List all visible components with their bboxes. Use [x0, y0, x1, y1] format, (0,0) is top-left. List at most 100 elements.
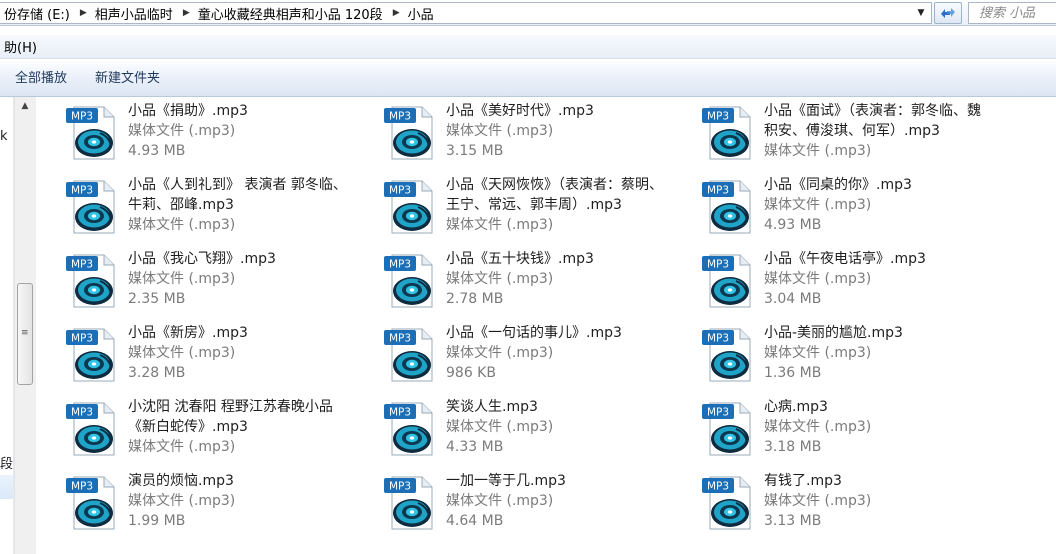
file-name: 小品《美好时代》.mp3 — [446, 103, 594, 119]
mp3-file-icon: MP3 — [384, 402, 433, 456]
svg-text:MP3: MP3 — [707, 185, 729, 197]
search-box[interactable] — [968, 2, 1056, 24]
file-size: 4.33 MB — [446, 439, 504, 455]
svg-text:MP3: MP3 — [389, 481, 411, 493]
play-all-button[interactable]: 全部播放 — [3, 66, 79, 92]
file-item[interactable]: MP3 小品《美好时代》.mp3 媒体文件 (.mp3) 3.15 MB — [362, 97, 672, 169]
address-bar: 份存储 (E:) ▶ 相声小品临时 ▶ 童心收藏经典相声和小品 120段 ▶ 小… — [0, 0, 1056, 26]
file-type: 媒体文件 (.mp3) — [446, 493, 554, 509]
file-type: 媒体文件 (.mp3) — [128, 345, 236, 361]
file-item[interactable]: MP3 小品《同桌的你》.mp3 媒体文件 (.mp3) 4.93 MB — [680, 171, 990, 243]
svg-text:MP3: MP3 — [71, 111, 93, 123]
svg-text:MP3: MP3 — [707, 111, 729, 123]
file-type: 媒体文件 (.mp3) — [446, 419, 554, 435]
new-folder-button[interactable]: 新建文件夹 — [83, 66, 172, 92]
navigation-pane[interactable]: k 段 — [0, 97, 14, 554]
file-item[interactable]: MP3 小品《我心飞翔》.mp3 媒体文件 (.mp3) 2.35 MB — [44, 245, 354, 317]
address-dropdown-icon[interactable]: ▼ — [912, 5, 930, 21]
breadcrumb-drive[interactable]: 份存储 (E:) — [0, 4, 76, 23]
breadcrumb-folder-collection[interactable]: 童心收藏经典相声和小品 120段 — [194, 4, 389, 23]
mp3-file-icon: MP3 — [66, 254, 115, 308]
nav-item-fragment[interactable]: k — [0, 129, 8, 144]
scroll-up-arrow-icon[interactable]: ▲ — [17, 101, 33, 113]
breadcrumb-separator-icon[interactable]: ▶ — [76, 8, 91, 18]
mp3-file-icon: MP3 — [66, 106, 115, 160]
file-name: 小品《五十块钱》.mp3 — [446, 251, 594, 267]
file-type: 媒体文件 (.mp3) — [446, 345, 554, 361]
svg-text:MP3: MP3 — [71, 481, 93, 493]
file-size: 4.93 MB — [764, 217, 822, 233]
file-item[interactable]: MP3 小沈阳 沈春阳 程野江苏春晚小品《新白蛇传》.mp3 媒体文件 (.mp3) — [44, 393, 354, 465]
file-name: 小品《天网恢恢》（表演者：蔡明、王宁、常远、郭丰周）.mp3 — [446, 177, 663, 213]
file-type: 媒体文件 (.mp3) — [446, 123, 554, 139]
svg-text:MP3: MP3 — [389, 333, 411, 345]
nav-selected-item[interactable] — [0, 475, 13, 499]
file-type: 媒体文件 (.mp3) — [764, 271, 872, 287]
file-item[interactable]: MP3 小品《捐助》.mp3 媒体文件 (.mp3) 4.93 MB — [44, 97, 354, 169]
svg-text:MP3: MP3 — [389, 185, 411, 197]
breadcrumb[interactable]: 份存储 (E:) ▶ 相声小品临时 ▶ 童心收藏经典相声和小品 120段 ▶ 小… — [0, 2, 932, 24]
file-item[interactable]: MP3 有钱了.mp3 媒体文件 (.mp3) 3.13 MB — [680, 467, 990, 539]
file-item[interactable]: MP3 小品《人到礼到》 表演者 郭冬临、牛莉、邵峰.mp3 媒体文件 (.mp3) — [44, 171, 354, 243]
file-item[interactable]: MP3 小品《新房》.mp3 媒体文件 (.mp3) 3.28 MB — [44, 319, 354, 391]
file-name: 小品《新房》.mp3 — [128, 325, 248, 341]
breadcrumb-separator-icon[interactable]: ▶ — [389, 8, 404, 18]
file-type: 媒体文件 (.mp3) — [128, 217, 236, 233]
breadcrumb-folder-temp[interactable]: 相声小品临时 — [91, 4, 179, 23]
breadcrumb-folder-current[interactable]: 小品 — [404, 4, 440, 23]
svg-text:MP3: MP3 — [707, 259, 729, 271]
file-item[interactable]: MP3 小品《面试》（表演者：郭冬临、魏积安、傅浚琪、何军）.mp3 媒体文件 (.… — [680, 97, 990, 169]
file-name: 小品《我心飞翔》.mp3 — [128, 251, 276, 267]
file-name: 小品《面试》（表演者：郭冬临、魏积安、傅浚琪、何军）.mp3 — [764, 103, 981, 139]
file-name: 小沈阳 沈春阳 程野江苏春晚小品《新白蛇传》.mp3 — [128, 399, 333, 435]
svg-text:MP3: MP3 — [71, 407, 93, 419]
file-size: 2.78 MB — [446, 291, 504, 307]
file-item[interactable]: MP3 心病.mp3 媒体文件 (.mp3) 3.18 MB — [680, 393, 990, 465]
nav-item-fragment[interactable]: 段 — [0, 453, 13, 472]
nav-scrollbar[interactable]: ▲ ≡ — [14, 97, 36, 554]
file-list: MP3 小品《捐助》.mp3 媒体文件 (.mp3) 4.93 MB MP3 小品《美好时… — [44, 97, 1056, 554]
refresh-icon — [941, 8, 955, 18]
scroll-thumb[interactable]: ≡ — [17, 283, 33, 385]
file-type: 媒体文件 (.mp3) — [128, 123, 236, 139]
breadcrumb-separator-icon[interactable]: ▶ — [179, 8, 194, 18]
file-name: 心病.mp3 — [764, 399, 828, 415]
file-item[interactable]: MP3 演员的烦恼.mp3 媒体文件 (.mp3) 1.99 MB — [44, 467, 354, 539]
file-size: 3.04 MB — [764, 291, 822, 307]
file-item[interactable]: MP3 小品《五十块钱》.mp3 媒体文件 (.mp3) 2.78 MB — [362, 245, 672, 317]
grip-icon: ≡ — [21, 328, 29, 338]
file-name: 小品《人到礼到》 表演者 郭冬临、牛莉、邵峰.mp3 — [128, 177, 347, 213]
search-input[interactable] — [969, 3, 1056, 23]
mp3-file-icon: MP3 — [702, 254, 751, 308]
file-item[interactable]: MP3 小品-美丽的尴尬.mp3 媒体文件 (.mp3) 1.36 MB — [680, 319, 990, 391]
file-name: 小品《午夜电话亭》.mp3 — [764, 251, 926, 267]
mp3-file-icon: MP3 — [702, 402, 751, 456]
file-type: 媒体文件 (.mp3) — [128, 439, 236, 455]
mp3-file-icon: MP3 — [702, 180, 751, 234]
menu-bar: 助(H) — [0, 35, 1056, 59]
file-type: 媒体文件 (.mp3) — [764, 143, 872, 159]
menu-help[interactable]: 助(H) — [0, 37, 41, 56]
file-item[interactable]: MP3 小品《天网恢恢》（表演者：蔡明、王宁、常远、郭丰周）.mp3 媒体文件 (.… — [362, 171, 672, 243]
file-type: 媒体文件 (.mp3) — [446, 271, 554, 287]
mp3-file-icon: MP3 — [384, 328, 433, 382]
file-item[interactable]: MP3 一加一等于几.mp3 媒体文件 (.mp3) 4.64 MB — [362, 467, 672, 539]
mp3-file-icon: MP3 — [384, 106, 433, 160]
file-item[interactable]: MP3 笑谈人生.mp3 媒体文件 (.mp3) 4.33 MB — [362, 393, 672, 465]
file-item[interactable]: MP3 小品《午夜电话亭》.mp3 媒体文件 (.mp3) 3.04 MB — [680, 245, 990, 317]
file-name: 小品-美丽的尴尬.mp3 — [764, 325, 903, 341]
mp3-file-icon: MP3 — [66, 328, 115, 382]
svg-text:MP3: MP3 — [707, 481, 729, 493]
mp3-file-icon: MP3 — [66, 402, 115, 456]
refresh-button[interactable] — [934, 2, 962, 24]
mp3-file-icon: MP3 — [384, 180, 433, 234]
file-name: 笑谈人生.mp3 — [446, 399, 538, 415]
svg-text:MP3: MP3 — [389, 111, 411, 123]
file-item[interactable]: MP3 小品《一句话的事儿》.mp3 媒体文件 (.mp3) 986 KB — [362, 319, 672, 391]
file-type: 媒体文件 (.mp3) — [446, 217, 554, 233]
file-name: 小品《捐助》.mp3 — [128, 103, 248, 119]
file-size: 4.64 MB — [446, 513, 504, 529]
file-size: 3.18 MB — [764, 439, 822, 455]
mp3-file-icon: MP3 — [66, 476, 115, 530]
file-size: 1.36 MB — [764, 365, 822, 381]
